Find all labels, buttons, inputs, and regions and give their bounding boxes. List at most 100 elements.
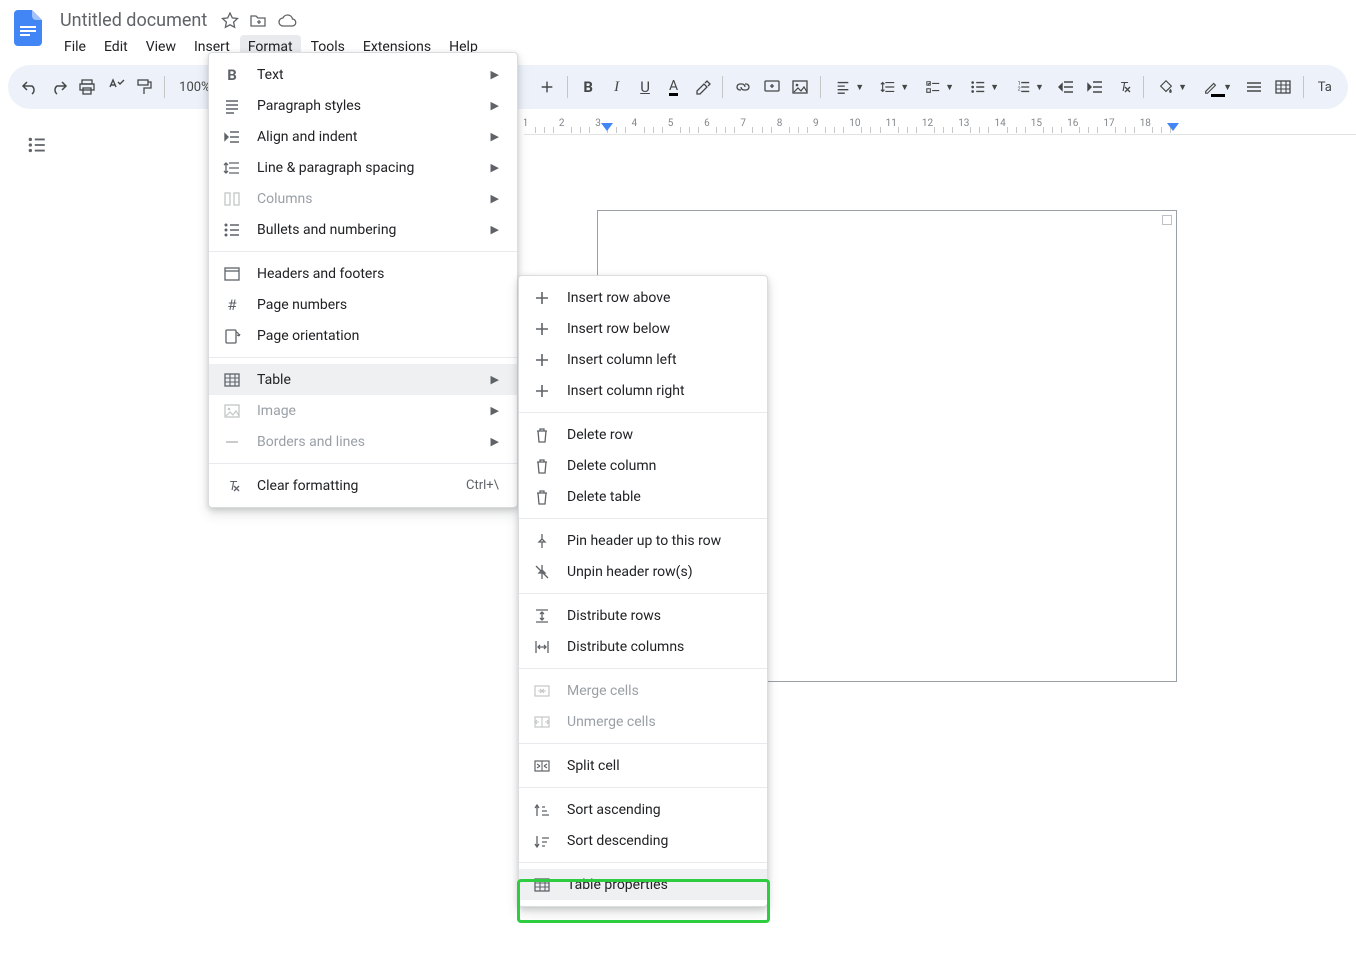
submenu-arrow-icon: ▶ bbox=[491, 435, 499, 448]
bulleted-list-button[interactable]: ▼ bbox=[964, 73, 1005, 101]
table-distribute-columns[interactable]: Distribute columns bbox=[519, 631, 767, 662]
insert-plus-button[interactable] bbox=[535, 73, 559, 101]
table-sort-descending[interactable]: Sort descending bbox=[519, 825, 767, 856]
unmerge-icon bbox=[533, 713, 551, 731]
format-menu: Text▶Paragraph styles▶Align and indent▶L… bbox=[208, 52, 518, 508]
table-unpin-header-row-s-[interactable]: Unpin header row(s) bbox=[519, 556, 767, 587]
table-insert-row-above[interactable]: Insert row above bbox=[519, 282, 767, 313]
plus-icon bbox=[533, 351, 551, 369]
format-bullets-and-numbering[interactable]: Bullets and numbering▶ bbox=[209, 214, 517, 245]
text-color-button[interactable]: A bbox=[661, 73, 685, 101]
table-insert-row-below[interactable]: Insert row below bbox=[519, 313, 767, 344]
table-sort-ascending[interactable]: Sort ascending bbox=[519, 794, 767, 825]
menu-item-label: Sort descending bbox=[567, 833, 749, 849]
print-button[interactable] bbox=[75, 73, 99, 101]
format-text[interactable]: Text▶ bbox=[209, 59, 517, 90]
submenu-arrow-icon: ▶ bbox=[491, 99, 499, 112]
checklist-button[interactable]: ▼ bbox=[919, 73, 960, 101]
indent-icon bbox=[223, 128, 241, 146]
insert-image-button[interactable] bbox=[788, 73, 812, 101]
increase-indent-button[interactable] bbox=[1082, 73, 1106, 101]
align-button[interactable]: ▼ bbox=[829, 73, 870, 101]
fill-color-button[interactable]: ▼ bbox=[1152, 73, 1193, 101]
distv-icon bbox=[533, 607, 551, 625]
toolbar-overflow[interactable]: Ta bbox=[1312, 73, 1338, 101]
menu-item-label: Text bbox=[257, 67, 475, 83]
trash-icon bbox=[533, 457, 551, 475]
star-icon[interactable] bbox=[221, 12, 239, 30]
move-icon[interactable] bbox=[249, 12, 267, 30]
title-bar: Untitled document FileEditViewInsertForm… bbox=[0, 0, 1356, 65]
bold-button[interactable]: B bbox=[576, 73, 600, 101]
menu-item-label: Headers and footers bbox=[257, 266, 499, 282]
table-delete-column[interactable]: Delete column bbox=[519, 450, 767, 481]
table-table-properties[interactable]: Table properties bbox=[519, 869, 767, 900]
document-title[interactable]: Untitled document bbox=[56, 8, 211, 33]
sortdesc-icon bbox=[533, 832, 551, 850]
border-color-button[interactable]: ▼ bbox=[1197, 73, 1238, 101]
redo-button[interactable] bbox=[46, 73, 70, 101]
cell-handle-icon[interactable] bbox=[1162, 215, 1172, 225]
format-page-numbers[interactable]: Page numbers bbox=[209, 289, 517, 320]
menu-item-label: Insert row below bbox=[567, 321, 749, 337]
minus-icon bbox=[223, 433, 241, 451]
line-spacing-button[interactable]: ▼ bbox=[874, 73, 915, 101]
format-line-paragraph-spacing[interactable]: Line & paragraph spacing ▶ bbox=[209, 152, 517, 183]
menu-view[interactable]: View bbox=[138, 35, 184, 59]
italic-button[interactable]: I bbox=[604, 73, 628, 101]
submenu-arrow-icon: ▶ bbox=[491, 130, 499, 143]
cloud-status-icon[interactable] bbox=[277, 12, 297, 30]
submenu-arrow-icon: ▶ bbox=[491, 192, 499, 205]
right-indent-marker[interactable] bbox=[1167, 123, 1179, 133]
plus-icon bbox=[533, 382, 551, 400]
clear-formatting-button[interactable] bbox=[1111, 73, 1135, 101]
format-image: Image▶ bbox=[209, 395, 517, 426]
menu-item-label: Paragraph styles bbox=[257, 98, 475, 114]
menu-item-label: Line & paragraph spacing bbox=[257, 160, 475, 176]
paint-format-button[interactable] bbox=[132, 73, 156, 101]
table-icon bbox=[533, 876, 551, 894]
table-delete-row[interactable]: Delete row bbox=[519, 419, 767, 450]
table-distribute-rows[interactable]: Distribute rows bbox=[519, 600, 767, 631]
table-options-button[interactable] bbox=[1270, 73, 1294, 101]
underline-button[interactable]: U bbox=[633, 73, 657, 101]
table-insert-column-right[interactable]: Insert column right bbox=[519, 375, 767, 406]
show-outline-button[interactable] bbox=[20, 128, 54, 162]
submenu-arrow-icon: ▶ bbox=[491, 161, 499, 174]
linespace-icon bbox=[223, 159, 241, 177]
table-delete-table[interactable]: Delete table bbox=[519, 481, 767, 512]
table-insert-column-left[interactable]: Insert column left bbox=[519, 344, 767, 375]
submenu-arrow-icon: ▶ bbox=[491, 223, 499, 236]
format-paragraph-styles[interactable]: Paragraph styles ▶ bbox=[209, 90, 517, 121]
numbered-list-button[interactable]: 12▼ bbox=[1009, 73, 1050, 101]
menu-edit[interactable]: Edit bbox=[96, 35, 136, 59]
submenu-arrow-icon: ▶ bbox=[491, 404, 499, 417]
add-comment-button[interactable] bbox=[760, 73, 784, 101]
menu-file[interactable]: File bbox=[56, 35, 94, 59]
undo-button[interactable] bbox=[18, 73, 42, 101]
format-headers-and-footers[interactable]: Headers and footers bbox=[209, 258, 517, 289]
ruler: 21123456789101112131415161718 bbox=[0, 117, 1356, 135]
menu-item-label: Unmerge cells bbox=[567, 714, 749, 730]
format-page-orientation[interactable]: Page orientation bbox=[209, 320, 517, 351]
orient-icon bbox=[223, 327, 241, 345]
menu-item-label: Borders and lines bbox=[257, 434, 475, 450]
insert-link-button[interactable] bbox=[731, 73, 755, 101]
trash-icon bbox=[533, 426, 551, 444]
table-split-cell[interactable]: Split cell bbox=[519, 750, 767, 781]
format-clear-formatting[interactable]: Clear formattingCtrl+\ bbox=[209, 470, 517, 501]
format-table[interactable]: Table▶ bbox=[209, 364, 517, 395]
table-submenu: Insert row above Insert row below Insert c… bbox=[518, 275, 768, 907]
spellcheck-button[interactable] bbox=[103, 73, 127, 101]
format-align-and-indent[interactable]: Align and indent▶ bbox=[209, 121, 517, 152]
merge-icon bbox=[533, 682, 551, 700]
para-icon bbox=[223, 97, 241, 115]
docs-logo-icon[interactable] bbox=[10, 10, 46, 46]
highlight-color-button[interactable] bbox=[690, 73, 714, 101]
border-style-button[interactable] bbox=[1242, 73, 1266, 101]
table-pin-header-up-to-this-row[interactable]: Pin header up to this row bbox=[519, 525, 767, 556]
decrease-indent-button[interactable] bbox=[1054, 73, 1078, 101]
menu-item-label: Delete table bbox=[567, 489, 749, 505]
left-indent-marker[interactable] bbox=[601, 123, 613, 133]
menu-item-label: Table bbox=[257, 372, 475, 388]
